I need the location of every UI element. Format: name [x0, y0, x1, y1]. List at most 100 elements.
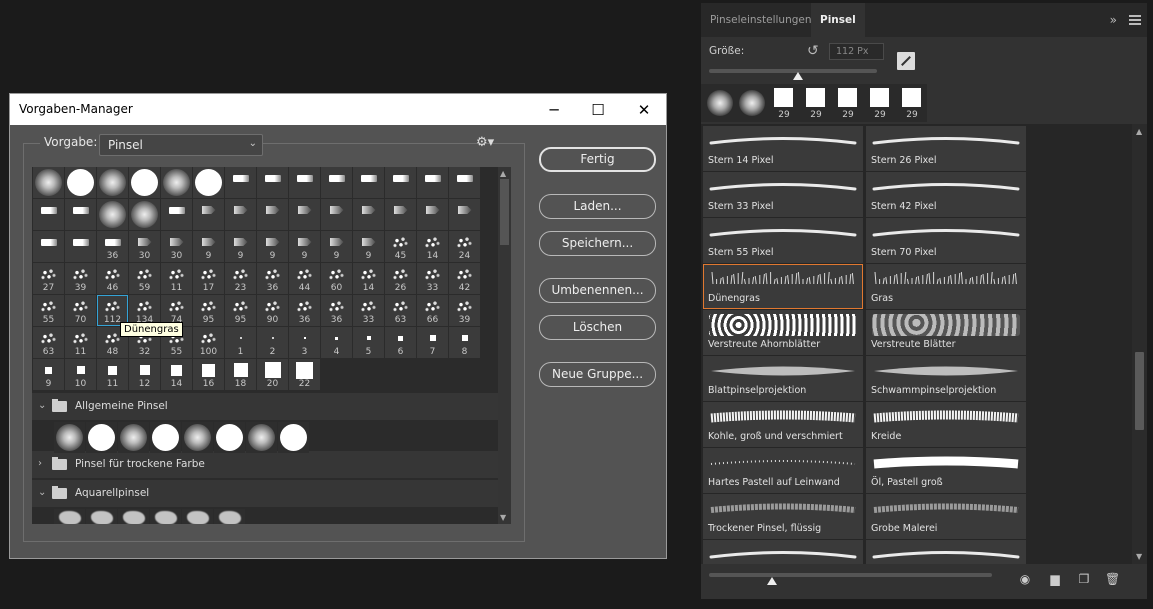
preset-group[interactable]: › Pinsel für trockene Farbe: [32, 451, 498, 478]
brush-list-item[interactable]: Stern 14 Pixel: [703, 126, 863, 171]
grid-scrollbar[interactable]: ▲ ▼: [498, 167, 511, 524]
brush-preset-cell[interactable]: [193, 167, 224, 198]
brush-preset-cell[interactable]: 9: [257, 231, 288, 262]
brush-preset-cell[interactable]: 11: [65, 327, 96, 358]
brush-preset-cell[interactable]: 23: [225, 263, 256, 294]
brush-preset-cell[interactable]: 70: [65, 295, 96, 326]
close-button[interactable]: ✕: [622, 94, 666, 125]
dialog-titlebar[interactable]: Vorgaben-Manager ─ ☐ ✕: [10, 94, 666, 125]
flip-brush-icon[interactable]: [897, 52, 915, 70]
preset-group[interactable]: ⌄ Allgemeine Pinsel: [32, 393, 498, 420]
brush-preset-cell[interactable]: 44: [289, 263, 320, 294]
rename-button[interactable]: Umbenennen...: [539, 278, 656, 303]
brush-preset-cell[interactable]: 45: [385, 231, 416, 262]
scroll-thumb[interactable]: [500, 179, 509, 245]
brush-preset-cell[interactable]: 63: [385, 295, 416, 326]
brush-preset-cell[interactable]: 27: [33, 263, 64, 294]
preset-type-select[interactable]: Pinsel ⌄: [99, 134, 263, 156]
scroll-down-icon[interactable]: ▼: [1136, 552, 1142, 561]
brush-preset-cell[interactable]: [225, 167, 256, 198]
brush-preset-cell[interactable]: 14: [353, 263, 384, 294]
brush-preset-cell[interactable]: [257, 167, 288, 198]
brush-preset-cell[interactable]: 4: [321, 327, 352, 358]
brush-preset-cell[interactable]: [150, 422, 181, 453]
brush-preset-cell[interactable]: [86, 422, 117, 453]
brush-preset-cell[interactable]: [118, 509, 149, 524]
brush-list-item[interactable]: Schwammpinselprojektion: [866, 356, 1026, 401]
brush-preset-cell[interactable]: [33, 167, 64, 198]
brush-preset-cell[interactable]: [278, 422, 309, 453]
brush-preset-cell[interactable]: [182, 422, 213, 453]
trash-icon[interactable]: 🗑: [1105, 572, 1120, 586]
brush-preset-cell[interactable]: 33: [353, 295, 384, 326]
delete-button[interactable]: Löschen: [539, 315, 656, 340]
brush-preset-cell[interactable]: [289, 167, 320, 198]
brush-preset-cell[interactable]: 30: [161, 231, 192, 262]
brush-preset-cell[interactable]: [449, 167, 480, 198]
brush-preset-cell[interactable]: 60: [321, 263, 352, 294]
recent-brush[interactable]: 29: [801, 86, 831, 120]
brush-list-item[interactable]: Dünengras: [703, 264, 863, 309]
scroll-thumb[interactable]: [1135, 352, 1144, 430]
brush-list-item[interactable]: Verstreute Ahornblätter: [703, 310, 863, 355]
brush-preset-cell[interactable]: [161, 167, 192, 198]
gear-icon[interactable]: ⚙▾: [476, 135, 494, 150]
brush-preset-cell[interactable]: [214, 422, 245, 453]
brush-preset-cell[interactable]: 7: [417, 327, 448, 358]
preset-grid-area[interactable]: 36 30 30 9 9 9 9 9 9 45 14 24 27 39 46 59 11 17 23 36 44 60 14…: [32, 167, 498, 524]
brush-preset-cell[interactable]: 24: [449, 231, 480, 262]
brush-preset-cell[interactable]: 46: [97, 263, 128, 294]
brush-preset-cell[interactable]: [182, 509, 213, 524]
brush-preset-cell[interactable]: 95: [225, 295, 256, 326]
brush-preset-cell[interactable]: [65, 231, 96, 262]
brush-preset-cell[interactable]: 11: [161, 263, 192, 294]
disclosure-icon[interactable]: ›: [38, 458, 42, 469]
collapse-icon[interactable]: »: [1110, 13, 1117, 27]
done-button[interactable]: Fertig: [539, 147, 656, 172]
brush-preset-cell[interactable]: 100: [193, 327, 224, 358]
size-slider[interactable]: [709, 69, 877, 80]
brush-preset-cell[interactable]: [54, 509, 85, 524]
brush-list-item[interactable]: [703, 540, 863, 564]
brush-preset-cell[interactable]: 66: [417, 295, 448, 326]
recent-brush[interactable]: 29: [897, 86, 927, 120]
brush-preset-cell[interactable]: 95: [193, 295, 224, 326]
brush-preset-cell[interactable]: 42: [449, 263, 480, 294]
brush-preset-cell[interactable]: 59: [129, 263, 160, 294]
maximize-button[interactable]: ☐: [576, 94, 620, 125]
brush-preset-cell[interactable]: 9: [193, 231, 224, 262]
brush-list-item[interactable]: Stern 33 Pixel: [703, 172, 863, 217]
brush-preset-cell[interactable]: [65, 199, 96, 230]
brush-list-scrollbar[interactable]: ▲ ▼: [1132, 124, 1147, 564]
folder-icon[interactable]: ▆: [1048, 572, 1062, 586]
brush-preset-cell[interactable]: 6: [385, 327, 416, 358]
load-button[interactable]: Laden...: [539, 194, 656, 219]
brush-list-item[interactable]: Grobe Malerei: [866, 494, 1026, 539]
scroll-up-icon[interactable]: ▲: [1136, 127, 1142, 136]
brush-list[interactable]: Stern 14 Pixel Stern 26 Pixel Stern 33 Pix…: [701, 124, 1147, 564]
brush-list-item[interactable]: Stern 70 Pixel: [866, 218, 1026, 263]
brush-preset-cell[interactable]: 36: [97, 231, 128, 262]
brush-preset-cell[interactable]: 2: [257, 327, 288, 358]
brush-preset-cell[interactable]: 20: [257, 359, 288, 390]
brush-preset-cell[interactable]: [353, 199, 384, 230]
brush-list-item[interactable]: Gras: [866, 264, 1026, 309]
preset-group[interactable]: ⌄ Aquarellpinsel: [32, 480, 498, 507]
brush-preset-cell[interactable]: [417, 167, 448, 198]
scroll-up-icon[interactable]: ▲: [500, 169, 506, 178]
brush-list-item[interactable]: Hartes Pastell auf Leinwand: [703, 448, 863, 493]
recent-brush[interactable]: [737, 86, 767, 120]
brush-preset-cell[interactable]: [97, 167, 128, 198]
size-input[interactable]: 112 Px: [829, 43, 884, 60]
brush-preset-cell[interactable]: [225, 199, 256, 230]
panel-menu-icon[interactable]: [1129, 15, 1141, 25]
brush-preset-cell[interactable]: 36: [257, 263, 288, 294]
brush-preset-cell[interactable]: [161, 199, 192, 230]
eye-icon[interactable]: ◉: [1018, 572, 1032, 586]
brush-preset-cell[interactable]: 12: [129, 359, 160, 390]
brush-preset-cell[interactable]: [33, 199, 64, 230]
brush-preset-cell[interactable]: 1: [225, 327, 256, 358]
brush-preset-cell[interactable]: [385, 167, 416, 198]
brush-preset-cell[interactable]: [86, 509, 117, 524]
brush-preset-cell[interactable]: 22: [289, 359, 320, 390]
